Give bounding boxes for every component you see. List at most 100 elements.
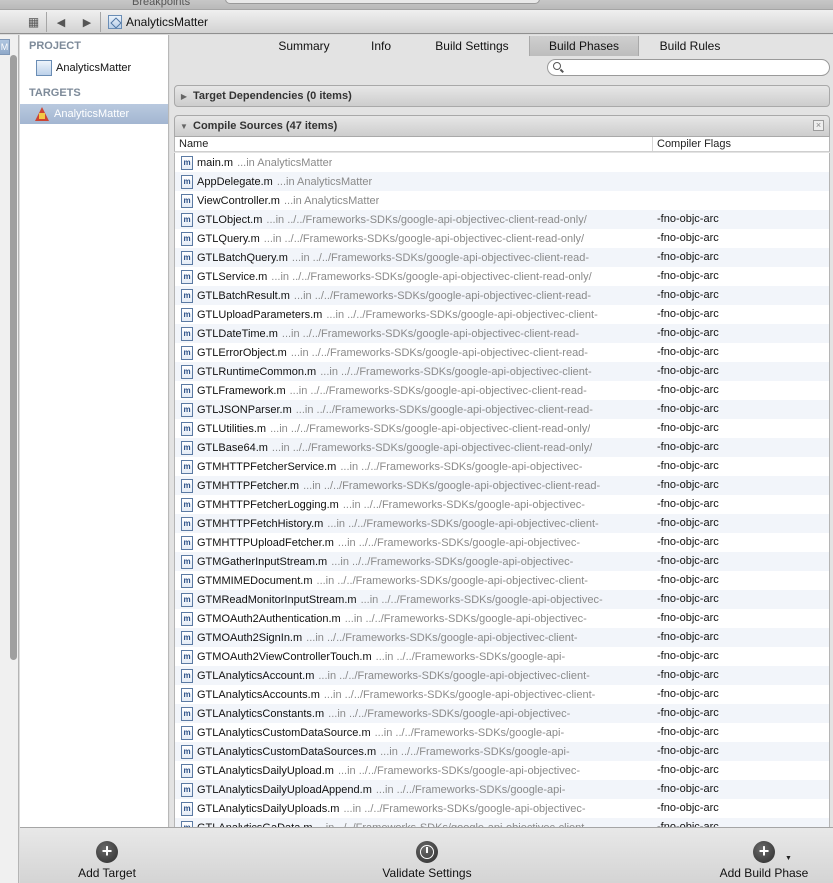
target-dependencies-phase[interactable]: ▶ Target Dependencies (0 items) — [174, 85, 830, 107]
target-item[interactable]: AnalyticsMatter — [20, 104, 168, 124]
compiler-flags-cell[interactable]: -fno-objc-arc — [657, 346, 719, 358]
compiler-flags-cell[interactable]: -fno-objc-arc — [657, 555, 719, 567]
compiler-flags-cell[interactable]: -fno-objc-arc — [657, 612, 719, 624]
compiler-flags-cell[interactable]: -fno-objc-arc — [657, 403, 719, 415]
table-row[interactable]: m GTMHTTPFetchHistory.m ...in ../../Framew… — [175, 514, 829, 533]
compiler-flags-cell[interactable]: -fno-objc-arc — [657, 422, 719, 434]
navigator-scrollbar[interactable] — [10, 55, 17, 660]
column-divider[interactable] — [652, 137, 653, 151]
table-row[interactable]: m GTLObject.m ...in ../../Frameworks-SDKs/… — [175, 210, 829, 229]
tab-build-rules[interactable]: Build Rules — [648, 36, 732, 56]
table-row[interactable]: m GTMReadMonitorInputStream.m ...in ../../… — [175, 590, 829, 609]
table-row[interactable]: m GTMOAuth2SignIn.m ...in ../../Frameworks… — [175, 628, 829, 647]
compiler-flags-cell[interactable]: -fno-objc-arc — [657, 460, 719, 472]
table-row[interactable]: m GTLAnalyticsConstants.m ...in ../../Fram… — [175, 704, 829, 723]
tab-build-settings[interactable]: Build Settings — [422, 36, 522, 56]
table-row[interactable]: m GTLUtilities.m ...in ../../Frameworks-SD… — [175, 419, 829, 438]
objc-file-icon: m — [181, 364, 193, 379]
table-row[interactable]: m GTLDateTime.m ...in ../../Frameworks-SDK… — [175, 324, 829, 343]
table-row[interactable]: m main.m ...in AnalyticsMatter — [175, 153, 829, 172]
breadcrumb-project[interactable]: AnalyticsMatter — [126, 15, 208, 29]
back-arrow-icon[interactable]: ◀ — [52, 10, 70, 34]
table-row[interactable]: m GTMMIMEDocument.m ...in ../../Frameworks… — [175, 571, 829, 590]
compiler-flags-cell[interactable]: -fno-objc-arc — [657, 669, 719, 681]
compiler-flags-cell[interactable]: -fno-objc-arc — [657, 536, 719, 548]
table-row[interactable]: m GTLAnalyticsDailyUploadAppend.m ...in ..… — [175, 780, 829, 799]
table-row[interactable]: m GTLBase64.m ...in ../../Frameworks-SDKs/… — [175, 438, 829, 457]
search-input[interactable] — [547, 59, 830, 76]
table-row[interactable]: m GTMHTTPFetcherLogging.m ...in ../../Fram… — [175, 495, 829, 514]
close-icon[interactable]: × — [813, 120, 824, 131]
validate-settings-button[interactable]: Validate Settings — [372, 828, 482, 883]
compiler-flags-cell[interactable]: -fno-objc-arc — [657, 802, 719, 814]
table-row[interactable]: m GTLJSONParser.m ...in ../../Frameworks-S… — [175, 400, 829, 419]
compiler-flags-cell[interactable]: -fno-objc-arc — [657, 479, 719, 491]
add-build-phase-button[interactable]: + ▼ Add Build Phase — [714, 828, 814, 883]
compiler-flags-cell[interactable]: -fno-objc-arc — [657, 365, 719, 377]
compiler-flags-cell[interactable]: -fno-objc-arc — [657, 289, 719, 301]
compiler-flags-cell[interactable]: -fno-objc-arc — [657, 232, 719, 244]
column-header-compiler-flags[interactable]: Compiler Flags — [657, 138, 731, 150]
compiler-flags-cell[interactable]: -fno-objc-arc — [657, 441, 719, 453]
table-row[interactable]: m GTMOAuth2ViewControllerTouch.m ...in ../… — [175, 647, 829, 666]
add-build-phase-label: Add Build Phase — [719, 866, 809, 880]
disclosure-down-icon[interactable]: ▼ — [175, 122, 193, 131]
tab-build-phases[interactable]: Build Phases — [529, 36, 639, 56]
compiler-flags-cell[interactable]: -fno-objc-arc — [657, 517, 719, 529]
compiler-flags-cell[interactable]: -fno-objc-arc — [657, 631, 719, 643]
compiler-flags-cell[interactable]: -fno-objc-arc — [657, 783, 719, 795]
compiler-flags-cell[interactable]: -fno-objc-arc — [657, 745, 719, 757]
forward-arrow-icon[interactable]: ▶ — [78, 10, 96, 34]
compiler-flags-cell[interactable]: -fno-objc-arc — [657, 251, 719, 263]
compiler-flags-cell[interactable]: -fno-objc-arc — [657, 327, 719, 339]
compiler-flags-cell[interactable]: -fno-objc-arc — [657, 213, 719, 225]
table-row[interactable]: m GTLAnalyticsAccount.m ...in ../../Framew… — [175, 666, 829, 685]
breadcrumb[interactable]: AnalyticsMatter — [108, 13, 208, 31]
table-row[interactable]: m AppDelegate.m ...in AnalyticsMatter — [175, 172, 829, 191]
compiler-flags-cell[interactable]: -fno-objc-arc — [657, 308, 719, 320]
table-row[interactable]: m GTLAnalyticsDailyUploads.m ...in ../../F… — [175, 799, 829, 818]
tab-info[interactable]: Info — [358, 36, 404, 56]
table-row[interactable]: m GTLRuntimeCommon.m ...in ../../Framework… — [175, 362, 829, 381]
tab-summary[interactable]: Summary — [266, 36, 342, 56]
compiler-flags-cell[interactable]: -fno-objc-arc — [657, 726, 719, 738]
column-header-name[interactable]: Name — [179, 138, 208, 150]
table-row[interactable]: m GTMHTTPFetcherService.m ...in ../../Fram… — [175, 457, 829, 476]
table-row[interactable]: m GTLQuery.m ...in ../../Frameworks-SDKs/g… — [175, 229, 829, 248]
compiler-flags-cell[interactable]: -fno-objc-arc — [657, 764, 719, 776]
compiler-flags-cell[interactable]: -fno-objc-arc — [657, 593, 719, 605]
breakpoints-label[interactable]: Breakpoints — [132, 0, 190, 8]
table-row[interactable]: m GTMHTTPUploadFetcher.m ...in ../../Frame… — [175, 533, 829, 552]
disclosure-right-icon[interactable]: ▶ — [175, 92, 193, 101]
compiler-flags-cell[interactable]: -fno-objc-arc — [657, 650, 719, 662]
compiler-flags-cell[interactable]: -fno-objc-arc — [657, 270, 719, 282]
related-items-grid-icon[interactable]: ▦ — [22, 10, 44, 34]
table-row[interactable]: mGTLAnalyticsGaData.m...in ../../Framewo… — [175, 818, 829, 827]
compiler-flags-cell[interactable]: -fno-objc-arc — [657, 707, 719, 719]
table-row[interactable]: m GTLAnalyticsAccounts.m ...in ../../Frame… — [175, 685, 829, 704]
table-row[interactable]: m GTLAnalyticsCustomDataSource.m ...in ../… — [175, 723, 829, 742]
file-name: GTLRuntimeCommon.m — [197, 365, 317, 378]
table-row[interactable]: m GTLAnalyticsCustomDataSources.m ...in ..… — [175, 742, 829, 761]
project-item[interactable]: AnalyticsMatter — [20, 58, 168, 78]
table-row[interactable]: m GTLService.m ...in ../../Frameworks-SDKs… — [175, 267, 829, 286]
table-row[interactable]: m GTLBatchQuery.m ...in ../../Frameworks-S… — [175, 248, 829, 267]
compiler-flags-cell[interactable]: -fno-objc-arc — [657, 574, 719, 586]
table-row[interactable]: m GTLErrorObject.m ...in ../../Frameworks-… — [175, 343, 829, 362]
table-row[interactable]: m GTMOAuth2Authentication.m ...in ../../Fr… — [175, 609, 829, 628]
table-row[interactable]: m GTMHTTPFetcher.m ...in ../../Frameworks-… — [175, 476, 829, 495]
table-row[interactable]: m GTMGatherInputStream.m ...in ../../Frame… — [175, 552, 829, 571]
table-row[interactable]: m GTLBatchResult.m ...in ../../Frameworks-… — [175, 286, 829, 305]
project-target-list: PROJECT AnalyticsMatter TARGETS Analytic… — [20, 35, 169, 827]
compiler-flags-cell[interactable]: -fno-objc-arc — [657, 498, 719, 510]
compiler-flags-cell[interactable]: -fno-objc-arc — [657, 688, 719, 700]
table-row[interactable]: m GTLFramework.m ...in ../../Frameworks-SD… — [175, 381, 829, 400]
table-row[interactable]: m GTLUploadParameters.m ...in ../../Framew… — [175, 305, 829, 324]
navigator-tab-icon[interactable]: M — [0, 39, 10, 55]
add-target-button[interactable]: + Add Target — [66, 828, 148, 883]
file-name: GTLAnalyticsCustomDataSource.m — [197, 726, 371, 739]
compiler-flags-cell[interactable]: -fno-objc-arc — [657, 384, 719, 396]
table-row[interactable]: m ViewController.m ...in AnalyticsMatter — [175, 191, 829, 210]
compile-sources-phase[interactable]: ▼ Compile Sources (47 items) × — [174, 115, 830, 137]
table-row[interactable]: m GTLAnalyticsDailyUpload.m ...in ../../Fr… — [175, 761, 829, 780]
